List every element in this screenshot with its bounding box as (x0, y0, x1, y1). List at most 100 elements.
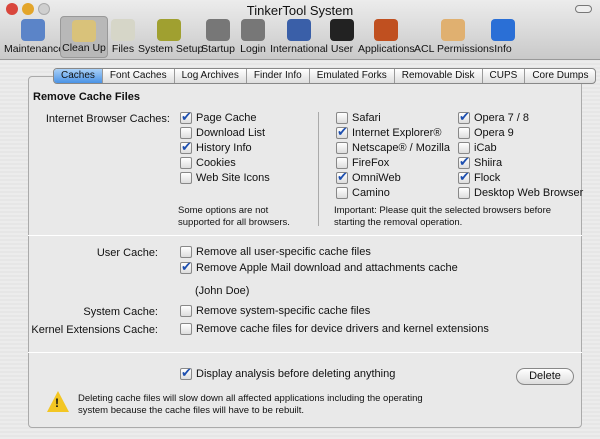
checkbox[interactable] (336, 169, 348, 185)
checkbox-page-cache[interactable]: Page Cache (180, 109, 257, 125)
toolbar-toggle-button[interactable] (575, 5, 592, 13)
checkbox[interactable] (336, 124, 348, 140)
toolbar-files[interactable]: Files (108, 16, 138, 58)
delete-button[interactable]: Delete (516, 368, 574, 385)
checkbox-label: iCab (474, 142, 497, 154)
tab-font-caches[interactable]: Font Caches (101, 69, 174, 83)
checkbox[interactable] (458, 109, 470, 125)
toolbar-label: Applications (358, 43, 415, 55)
checkbox-label: Remove Apple Mail download and attachmen… (196, 262, 458, 274)
toolbar-international[interactable]: International (268, 16, 330, 58)
padlock-icon (441, 19, 465, 41)
checkbox-label: Opera 7 / 8 (474, 112, 530, 124)
checkbox[interactable] (180, 259, 192, 275)
display-analysis-checkbox[interactable]: Display analysis before deleting anythin… (180, 365, 396, 381)
remove-system-cache-checkbox[interactable]: Remove system-specific cache files (180, 305, 370, 317)
checkbox-label: FireFox (352, 157, 390, 169)
checkbox[interactable] (180, 157, 192, 169)
remove-mail-cache-checkbox[interactable]: Remove Apple Mail download and attachmen… (180, 259, 458, 275)
checkbox[interactable] (180, 246, 192, 258)
checkbox-desktop-web-browser[interactable]: Desktop Web Browser (458, 187, 583, 199)
checkbox-cookies[interactable]: Cookies (180, 157, 236, 169)
un-flag-icon (287, 19, 311, 41)
checkbox-shiira[interactable]: Shiira (458, 154, 503, 170)
checkbox-label: Internet Explorer® (352, 127, 442, 139)
warning-text: Deleting cache files will slow down all … (78, 393, 423, 416)
checkbox-label: Shiira (474, 157, 503, 169)
checkbox-safari[interactable]: Safari (336, 112, 381, 124)
divider (28, 352, 582, 353)
applications-icon (374, 19, 398, 41)
checkbox[interactable] (180, 139, 192, 155)
checkbox-icab[interactable]: iCab (458, 142, 497, 154)
toolbar-system-setup[interactable]: System Setup (138, 16, 204, 58)
checkbox[interactable] (336, 157, 348, 169)
checkbox-label: Camino (352, 187, 390, 199)
checkbox-label: Remove system-specific cache files (196, 305, 371, 317)
checkbox-flock[interactable]: Flock (458, 169, 501, 185)
checkbox[interactable] (180, 127, 192, 139)
checkbox[interactable] (180, 109, 192, 125)
home-icon (241, 19, 265, 41)
toolbar-label: Maintenance (4, 43, 65, 55)
tab-core-dumps[interactable]: Core Dumps (524, 69, 595, 83)
info-icon (491, 19, 515, 41)
tab-cups[interactable]: CUPS (481, 69, 525, 83)
checkbox-camino[interactable]: Camino (336, 187, 390, 199)
tab-caches[interactable]: Caches (54, 69, 102, 83)
checkbox-omniweb[interactable]: OmniWeb (336, 169, 401, 185)
toolbar-user[interactable]: User (328, 16, 356, 58)
remove-user-cache-checkbox[interactable]: Remove all user-specific cache files (180, 246, 371, 258)
checkbox-label: Remove cache files for device drivers an… (196, 323, 489, 335)
toolbar-acl-permissions[interactable]: ACL Permissions (414, 16, 494, 58)
checkbox-opera-7-8[interactable]: Opera 7 / 8 (458, 109, 530, 125)
checkbox[interactable] (180, 305, 192, 317)
title-bar: TinkerTool System Maintenance Clean Up Fil… (0, 0, 600, 60)
toolbar-clean-up[interactable]: Clean Up (60, 16, 108, 58)
checkbox[interactable] (458, 169, 470, 185)
checkbox-opera-9[interactable]: Opera 9 (458, 127, 514, 139)
checkbox-label: Flock (474, 172, 501, 184)
toolbar-maintenance[interactable]: Maintenance (4, 16, 65, 58)
remove-kernel-cache-checkbox[interactable]: Remove cache files for device drivers an… (180, 323, 489, 335)
checkbox[interactable] (458, 127, 470, 139)
checkbox[interactable] (180, 365, 192, 381)
clipboard-icon (21, 19, 45, 41)
checkbox-label: Display analysis before deleting anythin… (196, 368, 396, 380)
checkbox-label: Opera 9 (474, 127, 514, 139)
tab-bar: Caches Font Caches Log Archives Finder Info… (53, 68, 597, 84)
toolbar-label: System Setup (138, 43, 204, 55)
toolbar-label: Files (111, 43, 135, 55)
checkbox[interactable] (180, 172, 192, 184)
tab-finder-info[interactable]: Finder Info (245, 69, 309, 83)
checkbox-label: OmniWeb (352, 172, 401, 184)
checkbox-label: Desktop Web Browser (474, 187, 584, 199)
checkbox[interactable] (458, 187, 470, 199)
checkbox[interactable] (336, 112, 348, 124)
checkbox-internet-explorer-[interactable]: Internet Explorer® (336, 124, 442, 140)
checkbox[interactable] (458, 142, 470, 154)
checkbox[interactable] (458, 154, 470, 170)
important-note: Important: Please quit the selected brow… (334, 205, 552, 228)
checkbox-web-site-icons[interactable]: Web Site Icons (180, 172, 270, 184)
browser-note: Some options are not supported for all b… (178, 205, 290, 228)
checkbox-label: Netscape® / Mozilla (352, 142, 450, 154)
checkbox-download-list[interactable]: Download List (180, 127, 265, 139)
tab-emulated-forks[interactable]: Emulated Forks (308, 69, 394, 83)
checkbox-firefox[interactable]: FireFox (336, 157, 389, 169)
checkbox-label: Web Site Icons (196, 172, 270, 184)
toolbar-login[interactable]: Login (236, 16, 270, 58)
toolbar-startup[interactable]: Startup (200, 16, 236, 58)
tab-removable-disk[interactable]: Removable Disk (393, 69, 482, 83)
checkbox[interactable] (180, 323, 192, 335)
checkbox-netscape-mozilla[interactable]: Netscape® / Mozilla (336, 142, 450, 154)
tab-log-archives[interactable]: Log Archives (173, 69, 246, 83)
user-name: (John Doe) (195, 285, 250, 297)
checkbox[interactable] (336, 142, 348, 154)
divider (318, 112, 319, 226)
checkbox[interactable] (336, 187, 348, 199)
toolbar-info[interactable]: Info (490, 16, 516, 58)
divider (28, 235, 582, 236)
checkbox-history-info[interactable]: History Info (180, 139, 252, 155)
toolbar-applications[interactable]: Applications (358, 16, 415, 58)
